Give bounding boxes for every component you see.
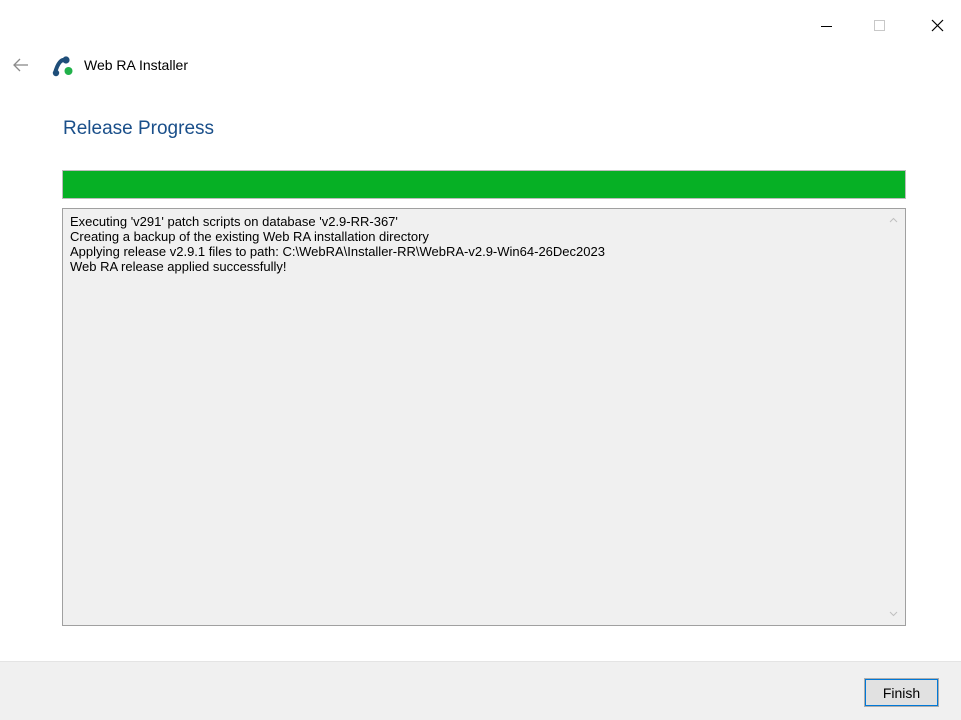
back-arrow-icon (13, 58, 28, 72)
progress-bar (62, 170, 906, 199)
app-title: Web RA Installer (84, 57, 189, 73)
close-icon (931, 19, 943, 31)
installer-window: Web RA Installer Release Progress Execut… (0, 0, 961, 720)
maximize-button[interactable] (856, 0, 902, 50)
progress-fill (63, 171, 905, 198)
maximize-icon (873, 19, 885, 31)
close-button[interactable] (914, 0, 960, 50)
log-output[interactable]: Executing 'v291' patch scripts on databa… (62, 208, 906, 626)
finish-button[interactable]: Finish (864, 678, 939, 707)
web-ra-logo-icon (52, 56, 73, 77)
footer-bar (0, 661, 961, 720)
app-logo (51, 54, 75, 78)
log-lines: Executing 'v291' patch scripts on databa… (70, 214, 875, 274)
minimize-button[interactable] (803, 0, 849, 50)
chevron-down-icon (889, 611, 897, 617)
scroll-down-button[interactable] (881, 605, 905, 623)
log-line: Executing 'v291' patch scripts on databa… (70, 214, 398, 229)
scroll-up-button[interactable] (881, 211, 905, 229)
back-button[interactable] (10, 54, 34, 76)
chevron-up-icon (889, 217, 897, 223)
log-line: Creating a backup of the existing Web RA… (70, 229, 429, 244)
page-title: Release Progress (63, 118, 215, 139)
log-scrollbar[interactable] (881, 209, 905, 625)
log-line: Web RA release applied successfully! (70, 259, 287, 274)
minimize-icon (820, 25, 832, 27)
log-line: Applying release v2.9.1 files to path: C… (70, 244, 605, 259)
